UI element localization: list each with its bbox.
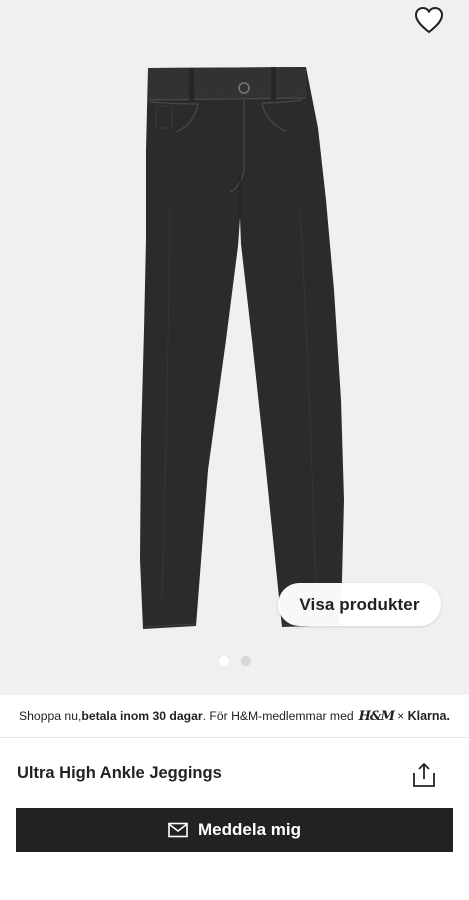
product-header: Ultra High Ankle Jeggings (0, 738, 469, 808)
banner-prefix: Shoppa nu, (19, 709, 82, 723)
banner-bold-text: betala inom 30 dagar (81, 709, 203, 723)
product-title: Ultra High Ankle Jeggings (17, 764, 222, 782)
product-page: Visa produkter Shoppa nu, betala inom 30… (0, 0, 469, 900)
meddela-mig-button[interactable]: Meddela mig (16, 808, 453, 852)
carousel-dot-1[interactable] (218, 656, 229, 666)
klarna-logo: Klarna. (407, 709, 450, 723)
favorite-button[interactable] (411, 2, 447, 38)
klarna-banner: Shoppa nu, betala inom 30 dagar . För H&… (0, 695, 469, 737)
hm-logo: H&M (358, 708, 395, 724)
carousel-dot-2[interactable] (240, 656, 251, 666)
meddela-mig-label: Meddela mig (198, 820, 301, 839)
banner-times: × (397, 709, 405, 723)
share-button[interactable] (407, 758, 441, 792)
carousel-dots (0, 656, 469, 668)
product-image-carousel[interactable]: Visa produkter (0, 0, 469, 695)
heart-outline-icon (414, 6, 444, 34)
envelope-icon (168, 822, 188, 838)
share-icon (413, 762, 435, 787)
banner-suffix: . För H&M-medlemmar med (202, 709, 354, 723)
visa-produkter-button[interactable]: Visa produkter (278, 583, 441, 626)
